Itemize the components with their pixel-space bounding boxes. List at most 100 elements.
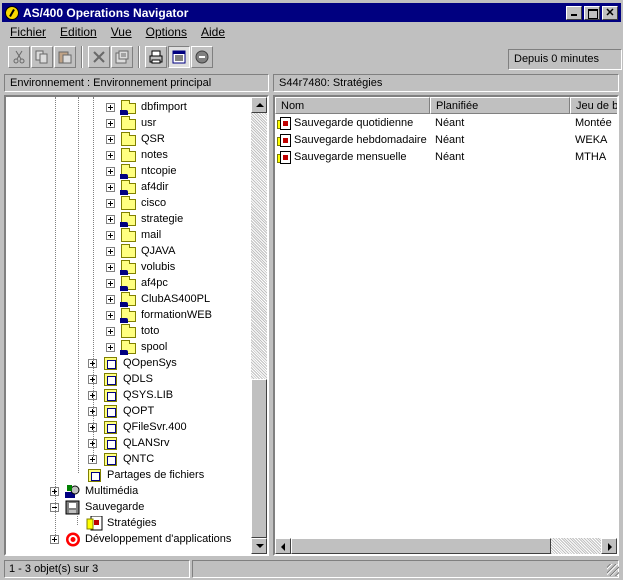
maximize-button[interactable]	[584, 5, 600, 20]
menu-aide-label: Aide	[200, 24, 226, 39]
tree-file-shares[interactable]: Partages de fichiers	[72, 467, 204, 483]
tree-item-label: strategie	[141, 213, 184, 225]
tree-scroll-down-button[interactable]	[251, 538, 267, 554]
expand-icon[interactable]	[106, 214, 115, 224]
expand-icon[interactable]	[106, 230, 115, 240]
expand-icon[interactable]	[106, 198, 115, 208]
tree-item-label: af4pc	[141, 277, 168, 289]
properties-button[interactable]	[111, 46, 133, 68]
tree-multimedia[interactable]: Multimédia	[50, 483, 138, 499]
resize-grip[interactable]	[607, 564, 619, 576]
strategy-media-set: Montée	[575, 117, 612, 129]
expand-icon[interactable]	[106, 278, 115, 288]
print-icon	[149, 50, 163, 64]
tree-folder[interactable]: ntcopie	[106, 163, 176, 179]
shared-folder-icon	[120, 163, 138, 179]
list-item[interactable]: Sauvegarde hebdomadaire Néant WEKA	[275, 132, 617, 149]
expand-icon[interactable]	[106, 134, 115, 144]
cut-button[interactable]	[8, 46, 30, 68]
tree-item-label: dbfimport	[141, 101, 187, 113]
expand-icon[interactable]	[106, 310, 115, 320]
tree-folder[interactable]: strategie	[106, 211, 183, 227]
tree-scroll-up-button[interactable]	[251, 97, 267, 113]
tree-strategies[interactable]: Stratégies	[72, 515, 157, 531]
tree-filesystem[interactable]: QDLS	[88, 371, 153, 387]
tree-folder[interactable]: af4dir	[106, 179, 169, 195]
column-header-planifiee[interactable]: Planifiée	[430, 97, 570, 114]
strategy-scheduled: Néant	[435, 117, 465, 129]
menu-fichier-label: Fichier	[10, 24, 47, 39]
tree-filesystem[interactable]: QSYS.LIB	[88, 387, 173, 403]
backup-strategy-icon	[277, 151, 292, 165]
shared-folder-icon	[120, 99, 138, 115]
print-button[interactable]	[145, 46, 167, 68]
tree-folder[interactable]: mail	[106, 227, 161, 243]
arrow-left-icon	[281, 543, 285, 551]
tree-app-development[interactable]: Développement d'applications	[50, 531, 231, 547]
shared-folder-icon	[120, 259, 138, 275]
expand-icon[interactable]	[106, 342, 115, 352]
expand-icon[interactable]	[106, 246, 115, 256]
folder-icon	[120, 323, 138, 339]
menu-edition[interactable]: Edition	[52, 25, 103, 39]
menu-vue[interactable]: Vue	[103, 25, 138, 39]
minimize-button[interactable]	[566, 5, 582, 20]
tree-item-label: QLANSrv	[123, 437, 170, 449]
tree-backup[interactable]: Sauvegarde	[50, 499, 144, 515]
tree-folder[interactable]: QSR	[106, 131, 165, 147]
tree-folder[interactable]: spool	[106, 339, 167, 355]
expand-icon[interactable]	[106, 262, 115, 272]
title-bar[interactable]: AS/400 Operations Navigator ✕	[2, 3, 621, 22]
tree-folder[interactable]: dbfimport	[106, 99, 187, 115]
expand-icon[interactable]	[106, 182, 115, 192]
tree-folder[interactable]: notes	[106, 147, 168, 163]
objects-list[interactable]: Nom Planifiée Jeu de b Sauvegarde quotid…	[273, 95, 619, 556]
file-system-icon	[102, 420, 120, 435]
environment-header: Environnement : Environnement principal	[4, 74, 269, 92]
folder-icon	[120, 195, 138, 211]
list-item[interactable]: Sauvegarde mensuelle Néant MTHA	[275, 149, 617, 166]
tree-folder[interactable]: volubis	[106, 259, 175, 275]
paste-button[interactable]	[54, 46, 76, 68]
tree-filesystem[interactable]: QOPT	[88, 403, 154, 419]
tree-scrollbar-thumb[interactable]	[251, 379, 267, 538]
tree-folder[interactable]: QJAVA	[106, 243, 175, 259]
copy-button[interactable]	[31, 46, 53, 68]
expand-icon[interactable]	[106, 326, 115, 336]
expand-icon[interactable]	[106, 166, 115, 176]
list-scrollbar-thumb[interactable]	[291, 538, 551, 554]
shared-folder-icon	[120, 211, 138, 227]
tree-folder[interactable]: toto	[106, 323, 159, 339]
tree-folder[interactable]: af4pc	[106, 275, 168, 291]
expand-icon[interactable]	[106, 150, 115, 160]
column-header-jeu[interactable]: Jeu de b	[570, 97, 617, 114]
menu-aide[interactable]: Aide	[193, 25, 231, 39]
delete-icon	[93, 51, 105, 63]
tree-folder[interactable]: usr	[106, 115, 156, 131]
tree-folder[interactable]: cisco	[106, 195, 166, 211]
delete-button[interactable]	[88, 46, 110, 68]
list-item[interactable]: Sauvegarde quotidienne Néant Montée	[275, 115, 617, 132]
expand-icon[interactable]	[106, 102, 115, 112]
tree-folder[interactable]: formationWEB	[106, 307, 212, 323]
strategy-media-set: MTHA	[575, 151, 607, 163]
expand-icon[interactable]	[106, 294, 115, 304]
column-header-nom[interactable]: Nom	[275, 97, 430, 114]
tree-filesystem[interactable]: QNTC	[88, 451, 154, 467]
navigation-tree[interactable]: dbfimport usr QSR notes ntcopie af4dir cisco st…	[4, 95, 269, 556]
list-scroll-left-button[interactable]	[275, 538, 291, 554]
tree-filesystem[interactable]: QLANSrv	[88, 435, 169, 451]
stop-button[interactable]	[191, 46, 213, 68]
close-button[interactable]: ✕	[602, 5, 618, 20]
arrow-up-icon	[256, 103, 264, 107]
menu-options[interactable]: Options	[138, 25, 193, 39]
list-scroll-right-button[interactable]	[601, 538, 617, 554]
menu-fichier[interactable]: Fichier	[2, 25, 52, 39]
details-view-button[interactable]	[168, 46, 190, 68]
tree-filesystem[interactable]: QOpenSys	[88, 355, 177, 371]
operations-navigator-icon	[5, 5, 19, 20]
expand-icon[interactable]	[106, 118, 115, 128]
file-system-icon	[102, 388, 120, 403]
tree-folder[interactable]: ClubAS400PL	[106, 291, 210, 307]
tree-filesystem[interactable]: QFileSvr.400	[88, 419, 187, 435]
